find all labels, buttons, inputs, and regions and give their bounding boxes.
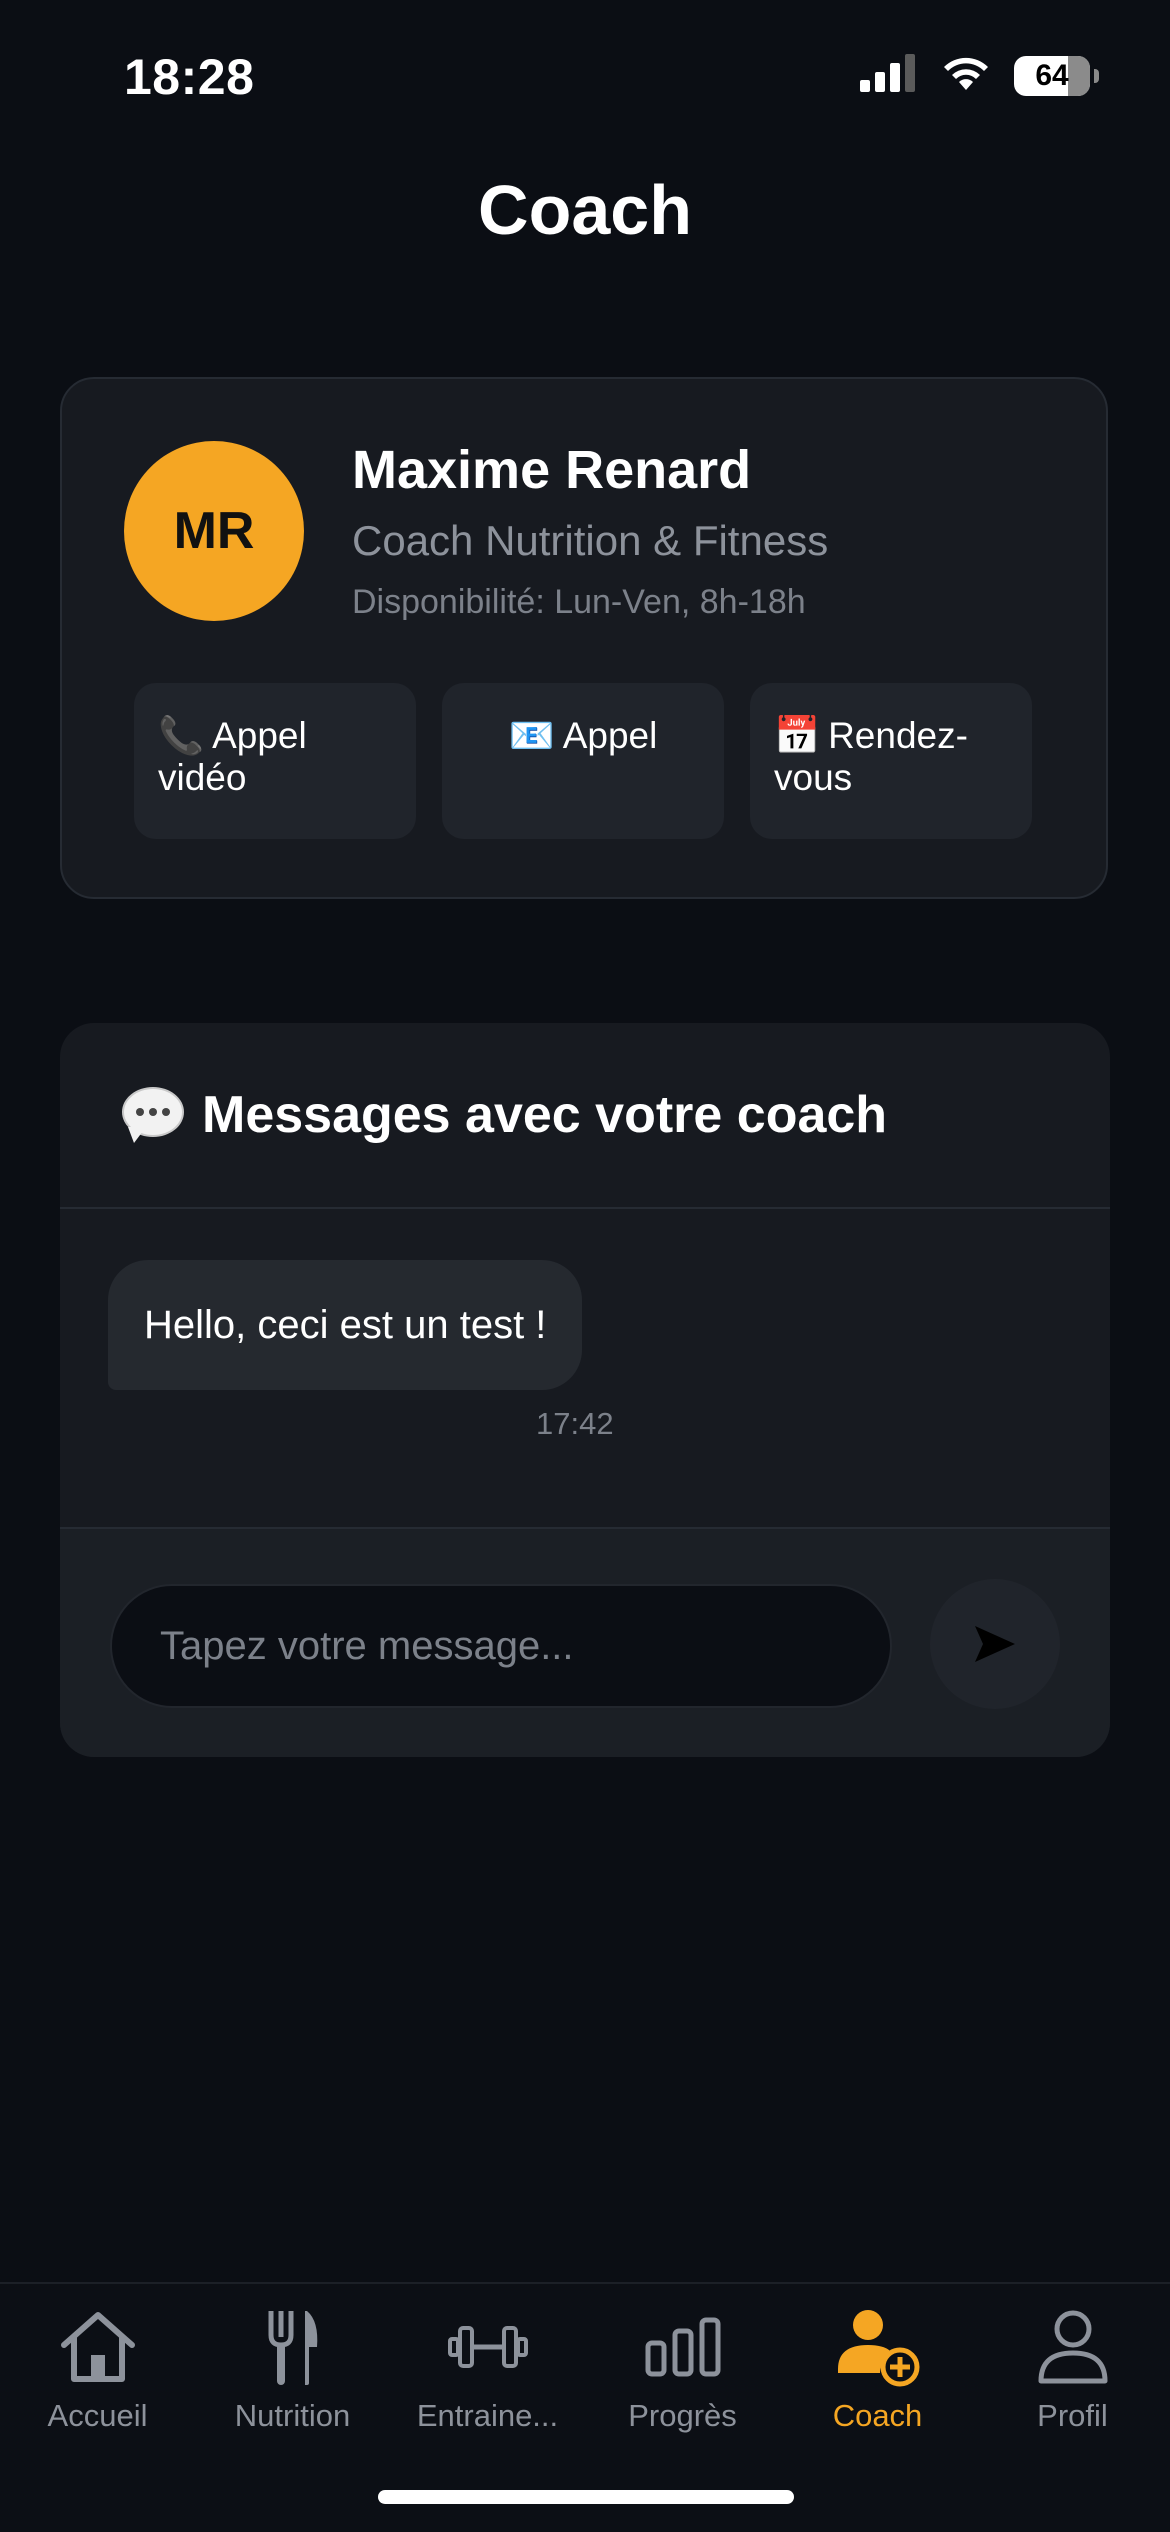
send-button[interactable]	[930, 1579, 1060, 1709]
call-button[interactable]: 📧 Appel	[442, 683, 724, 839]
message-input[interactable]	[110, 1584, 892, 1708]
tab-progres[interactable]: Progrès	[585, 2304, 780, 2434]
dumbbell-icon	[447, 2326, 528, 2368]
coach-availability: Disponibilité: Lun-Ven, 8h-18h	[352, 583, 806, 621]
signal-icon	[860, 54, 918, 97]
tab-label-entrainement: Entraine...	[416, 2398, 559, 2433]
send-icon	[975, 1626, 1015, 1662]
tab-label-accueil: Accueil	[47, 2398, 148, 2433]
bar-chart-icon	[645, 2317, 720, 2377]
tab-profil[interactable]: Profil	[975, 2304, 1170, 2434]
tab-nutrition[interactable]: Nutrition	[195, 2304, 390, 2434]
coach-role: Coach Nutrition & Fitness	[352, 517, 829, 564]
coach-avatar: MR	[124, 441, 304, 621]
message-timestamp: 17:42	[536, 1406, 614, 1441]
speech-bubble-icon	[122, 1087, 184, 1143]
coach-actions: 📞 Appel vidéo 📧 Appel 📅 Rendez-vous	[134, 683, 1032, 839]
coach-screen: 18:28 64 Coach MR Maxime Renard Coach Nu…	[0, 0, 1170, 2532]
email-icon: 📧	[508, 714, 555, 757]
call-label: Appel	[562, 715, 658, 756]
tab-coach[interactable]: Coach	[780, 2304, 975, 2434]
fork-knife-icon	[268, 2311, 317, 2385]
battery-icon: 64	[1014, 55, 1099, 96]
appointment-button[interactable]: 📅 Rendez-vous	[750, 683, 1032, 839]
person-icon	[1038, 2310, 1107, 2384]
house-icon	[60, 2312, 135, 2382]
home-indicator[interactable]	[378, 2490, 794, 2504]
messages-title-text: Messages avec votre coach	[202, 1086, 888, 1144]
tab-label-profil: Profil	[1037, 2398, 1108, 2433]
video-call-button[interactable]: 📞 Appel vidéo	[134, 683, 416, 839]
tab-label-progres: Progrès	[628, 2398, 737, 2433]
calendar-icon: 📅	[774, 714, 821, 757]
tab-accueil[interactable]: Accueil	[0, 2304, 195, 2434]
phone-icon: 📞	[158, 714, 205, 757]
battery-level: 64	[1035, 58, 1069, 92]
tab-label-coach: Coach	[832, 2398, 923, 2433]
message-composer	[60, 1527, 1110, 1757]
person-plus-icon	[837, 2310, 919, 2387]
tab-entrainement[interactable]: Entraine...	[390, 2304, 585, 2434]
page-title: Coach	[478, 171, 692, 249]
wifi-icon	[940, 54, 992, 97]
message-bubble: Hello, ceci est un test !	[108, 1260, 583, 1390]
tab-label-nutrition: Nutrition	[234, 2398, 351, 2433]
status-time: 18:28	[124, 49, 255, 105]
status-icons: 64	[860, 54, 1099, 97]
messages-header: Messages avec votre coach	[60, 1023, 1110, 1209]
coach-card: MR Maxime Renard Coach Nutrition & Fitne…	[60, 377, 1108, 899]
messages-card: Messages avec votre coach Hello, ceci es…	[60, 1023, 1110, 1757]
messages-title: Messages avec votre coach	[122, 1085, 887, 1145]
coach-name: Maxime Renard	[352, 440, 752, 500]
